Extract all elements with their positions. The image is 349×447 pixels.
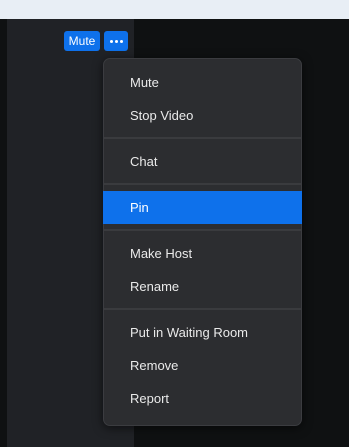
menu-divider [104,308,301,310]
more-horizontal-icon [109,39,113,43]
more-horizontal-icon [114,39,118,43]
menu-divider [104,229,301,231]
menu-divider [104,183,301,185]
menu-item-pin[interactable]: Pin [103,191,302,224]
menu-item-stop-video[interactable]: Stop Video [104,99,301,132]
mute-participant-button[interactable]: Mute [64,31,100,51]
menu-divider [104,137,301,139]
menu-item-put-in-waiting-room[interactable]: Put in Waiting Room [104,316,301,349]
more-horizontal-icon [119,39,123,43]
menu-item-remove[interactable]: Remove [104,349,301,382]
menu-item-make-host[interactable]: Make Host [104,237,301,270]
more-options-button[interactable] [104,31,128,51]
menu-item-report[interactable]: Report [104,382,301,415]
menu-item-mute[interactable]: Mute [104,66,301,99]
meeting-view: Mute Mute Stop Video Chat Pin Make Host … [0,0,349,447]
participant-context-menu: Mute Stop Video Chat Pin Make Host Renam… [103,58,302,426]
menu-item-rename[interactable]: Rename [104,270,301,303]
menu-item-chat[interactable]: Chat [104,145,301,178]
